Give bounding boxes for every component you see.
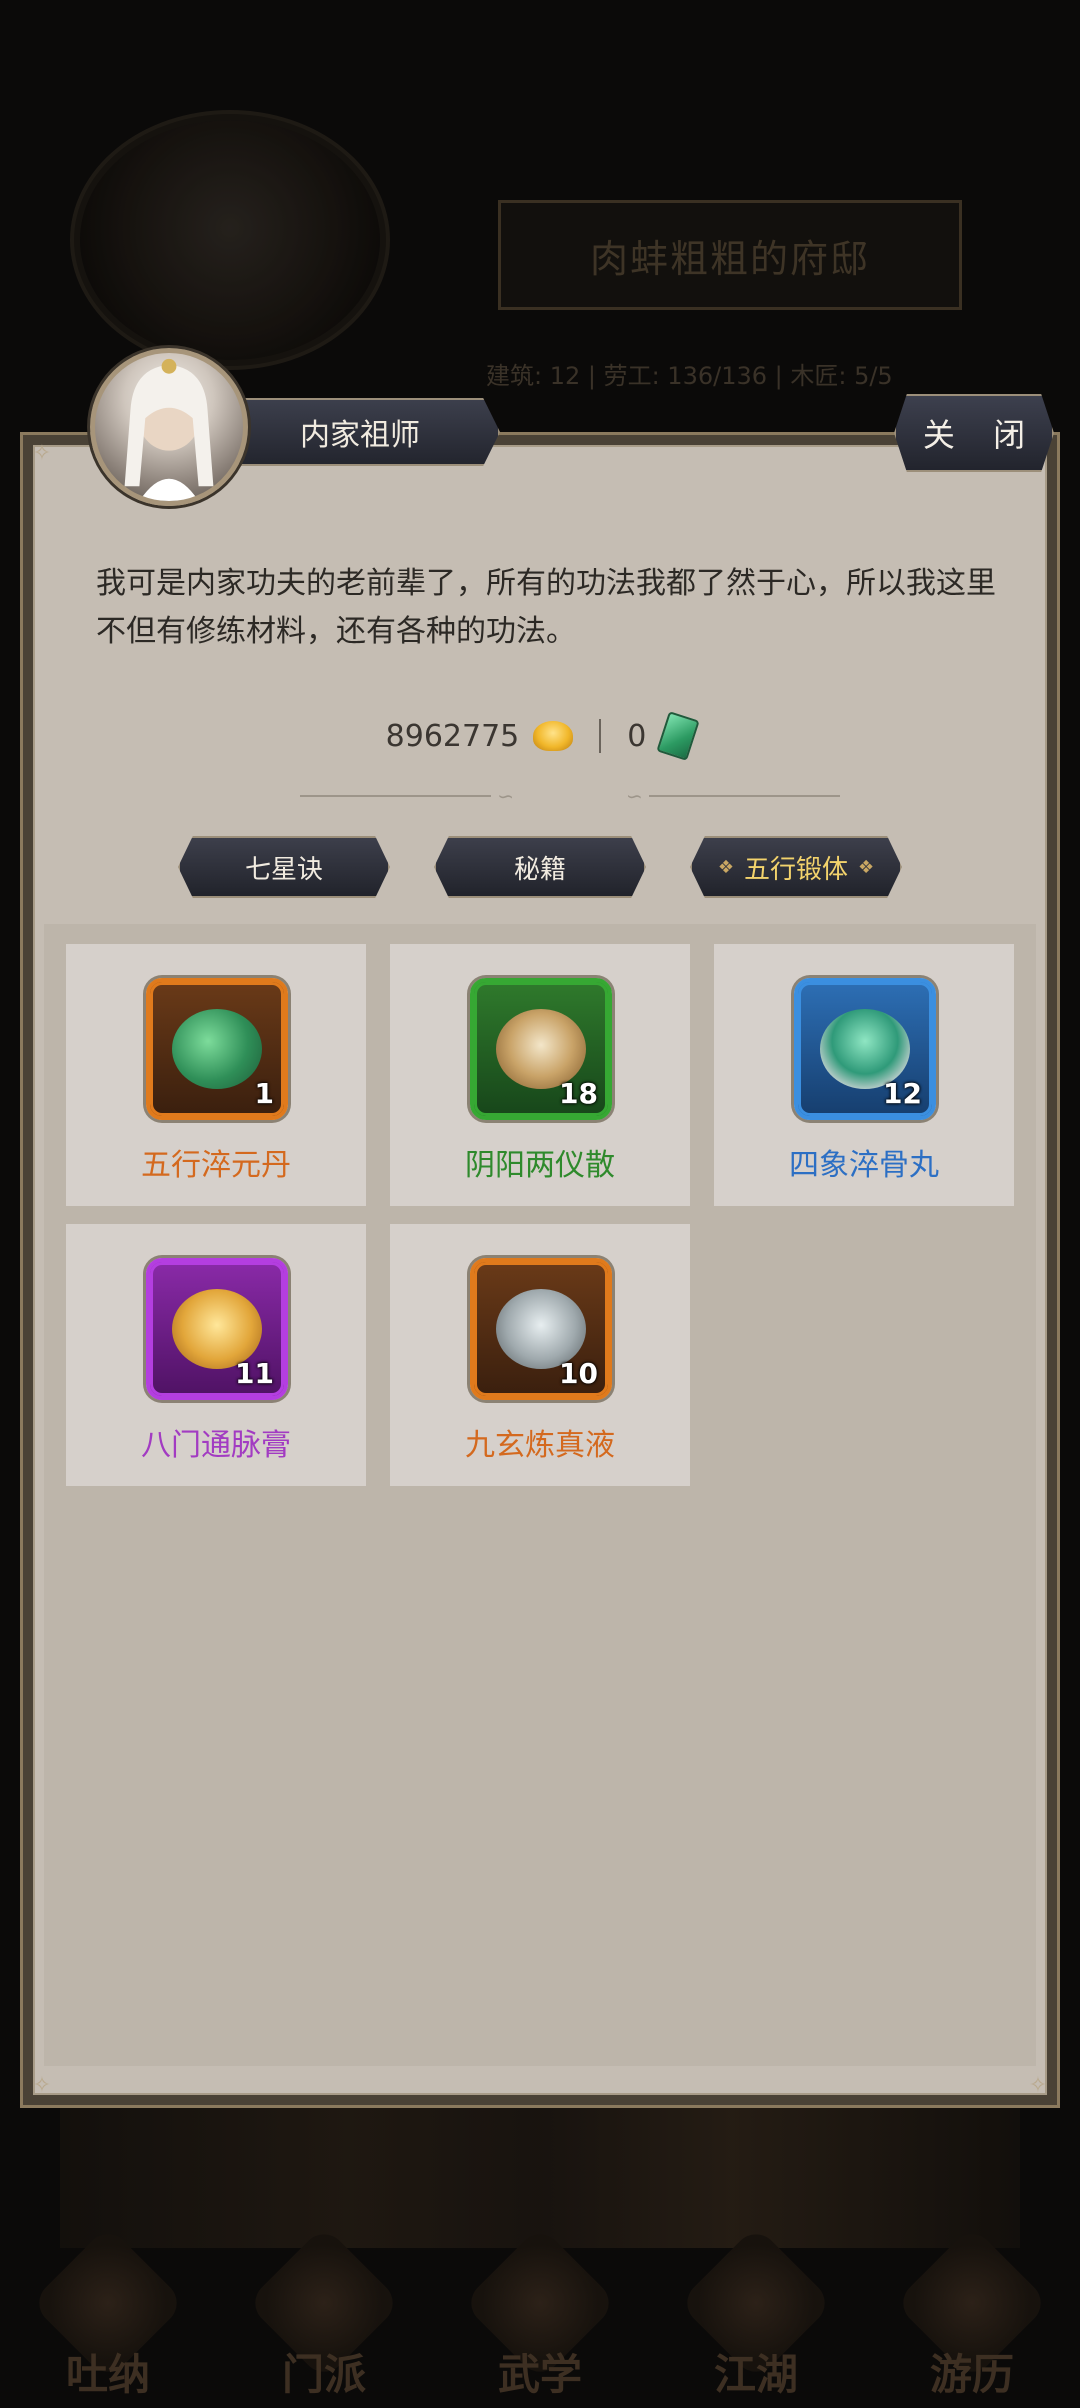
green-elixir-jar-icon [172,1009,262,1089]
item-icon-frame: 11 [146,1258,288,1400]
item-grid: 1 五行淬元丹 18 阴阳两仪散 12 四象淬骨丸 11 八门通脉膏 10 九玄… [44,924,1036,2066]
item-count: 18 [559,1077,598,1110]
tab-label: 七星诀 [244,854,323,885]
item-count: 11 [235,1357,274,1390]
divider-ornament-right: ∽ [620,784,840,808]
close-label: 关 闭 [922,416,1040,454]
item-count: 1 [254,1077,274,1110]
residence-stats: 建筑: 12 | 劳工: 136/136 | 木匠: 5/5 [486,362,893,390]
residence-title-plate: 肉蚌粗粗的府邸 [498,200,962,310]
corner-ornament-icon: ✧ [32,441,52,466]
background-scenery [60,2108,1020,2248]
nav-tuna[interactable]: 吐纳 [23,2225,193,2408]
nav-label: 游历 [929,2350,1014,2399]
shop-tabs: 七星诀 秘籍 ❖ 五行锻体 ❖ [178,836,902,898]
nav-travel[interactable]: 游历 [887,2225,1057,2408]
divider-ornament-left: ∽ [300,784,520,808]
shop-item[interactable]: 1 五行淬元丹 [66,944,366,1206]
gold-amount: 8962775 [385,718,520,754]
npc-name-tab: 内家祖师 [220,398,500,466]
item-icon-frame: 18 [470,978,612,1120]
npc-description: 我可是内家功夫的老前辈了，所有的功法我都了然于心，所以我这里不但有修练材料，还有… [96,566,996,649]
nav-label: 门派 [281,2350,366,2399]
shop-item[interactable]: 11 八门通脉膏 [66,1224,366,1486]
corner-ornament-icon: ✧ [32,2073,52,2098]
item-icon-frame: 1 [146,978,288,1120]
item-count: 12 [883,1077,922,1110]
tab-miji[interactable]: 秘籍 [434,836,646,898]
tab-label: 秘籍 [513,854,566,885]
residence-title: 肉蚌粗粗的府邸 [589,236,870,281]
npc-avatar [90,348,248,506]
gold-ingot-icon [533,721,574,751]
nav-jianghu[interactable]: 江湖 [671,2225,841,2408]
close-button[interactable]: 关 闭 [894,394,1054,472]
nav-martial[interactable]: 武学 [455,2225,625,2408]
tab-wuxing-duanti[interactable]: ❖ 五行锻体 ❖ [690,836,902,898]
jade-token-icon [656,711,701,761]
item-name: 四象淬骨丸 [789,1148,939,1183]
currency-bar: 8962775 0 [0,711,1080,761]
tab-label: 五行锻体 [743,854,848,885]
nav-sect[interactable]: 门派 [239,2225,409,2408]
npc-name: 内家祖师 [300,418,420,453]
currency-divider [599,719,602,753]
item-name: 八门通脉膏 [141,1428,291,1463]
nav-label: 武学 [497,2350,582,2399]
corner-ornament-icon: ✧ [1028,2073,1048,2098]
item-name: 五行淬元丹 [141,1148,291,1183]
item-name: 九玄炼真液 [465,1428,615,1463]
item-count: 10 [559,1357,598,1390]
jade-amount: 0 [627,718,647,754]
bottom-nav: 吐纳 门派 武学 江湖 游历 [0,2225,1080,2408]
tab-qixingjue[interactable]: 七星诀 [178,836,390,898]
npc-portrait-icon [124,358,214,501]
game-screen: 肉蚌粗粗的府邸 建筑: 12 | 劳工: 136/136 | 木匠: 5/5 吐… [0,0,1080,2408]
item-icon-frame: 10 [470,1258,612,1400]
flourish-icon: ❖ [858,856,875,878]
shop-item[interactable]: 12 四象淬骨丸 [714,944,1014,1206]
sect-emblem [80,120,380,360]
nav-label: 吐纳 [65,2350,150,2399]
shop-item[interactable]: 18 阴阳两仪散 [390,944,690,1206]
item-name: 阴阳两仪散 [465,1148,615,1183]
shop-item[interactable]: 10 九玄炼真液 [390,1224,690,1486]
item-icon-frame: 12 [794,978,936,1120]
nav-label: 江湖 [713,2350,798,2399]
flourish-icon: ❖ [717,856,734,878]
